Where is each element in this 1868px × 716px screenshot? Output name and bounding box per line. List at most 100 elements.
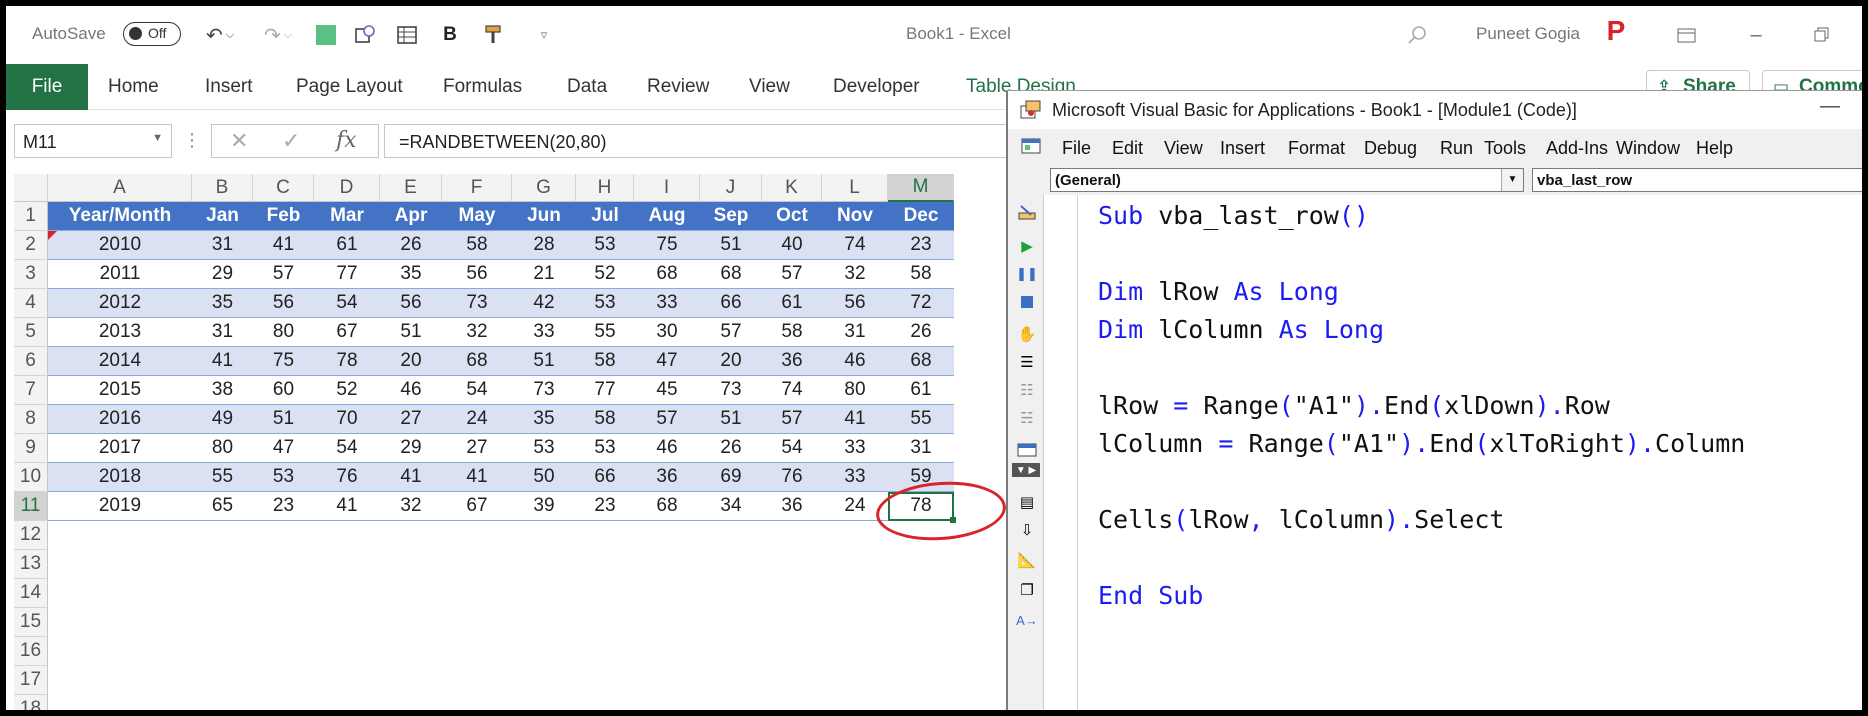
code-editor[interactable]: Sub vba_last_row() Dim lRow As Long Dim … — [1098, 195, 1858, 710]
table-cell[interactable]: 46 — [634, 434, 700, 463]
table-header-cell[interactable]: Year/Month — [48, 202, 192, 231]
table-cell[interactable]: 35 — [192, 289, 253, 318]
table-cell[interactable]: 32 — [822, 260, 888, 289]
tab-file[interactable]: File — [6, 64, 88, 110]
table-cell[interactable]: 39 — [512, 492, 576, 521]
table-cell[interactable]: 52 — [314, 376, 380, 405]
chevron-down-icon[interactable]: ▼ — [1501, 169, 1523, 191]
menu-edit[interactable]: Edit — [1112, 138, 1143, 159]
column-header-I[interactable]: I — [634, 174, 700, 202]
table-cell[interactable]: 47 — [253, 434, 314, 463]
table-cell[interactable]: 35 — [512, 405, 576, 434]
table-header-cell[interactable]: Sep — [700, 202, 762, 231]
table-cell[interactable]: 75 — [634, 231, 700, 260]
table-cell[interactable]: 75 — [253, 347, 314, 376]
menu-run[interactable]: Run — [1440, 138, 1473, 159]
table-cell[interactable]: 76 — [762, 463, 822, 492]
table-cell[interactable]: 31 — [822, 318, 888, 347]
table-cell[interactable]: 57 — [253, 260, 314, 289]
table-cell[interactable]: 53 — [253, 463, 314, 492]
minimize-icon[interactable]: – — [1746, 22, 1766, 48]
pause-icon[interactable]: ❚❚ — [1016, 265, 1038, 283]
table-cell[interactable]: 74 — [822, 231, 888, 260]
table-header-cell[interactable]: Jun — [512, 202, 576, 231]
table-cell[interactable]: 42 — [512, 289, 576, 318]
table-cell[interactable]: 57 — [634, 405, 700, 434]
table-cell[interactable]: 49 — [192, 405, 253, 434]
table-header-cell[interactable]: Feb — [253, 202, 314, 231]
table-header-cell[interactable]: Jan — [192, 202, 253, 231]
design-mode-icon[interactable] — [1017, 203, 1037, 221]
row-header-4[interactable]: 4 — [14, 289, 48, 318]
table-cell[interactable]: 46 — [380, 376, 442, 405]
toggle-breakpoint-icon[interactable]: ✋ — [1017, 325, 1037, 343]
row-header-18[interactable]: 18 — [14, 695, 48, 710]
ribbon-display-icon[interactable] — [1676, 22, 1698, 48]
row-header-17[interactable]: 17 — [14, 666, 48, 695]
row-header-13[interactable]: 13 — [14, 550, 48, 579]
chevron-down-icon[interactable]: ▼ — [152, 132, 163, 144]
table-cell[interactable]: 41 — [822, 405, 888, 434]
table-cell[interactable]: 41 — [442, 463, 512, 492]
table-cell[interactable]: 32 — [442, 318, 512, 347]
table-cell[interactable]: 20 — [700, 347, 762, 376]
tab-review[interactable]: Review — [647, 76, 709, 98]
table-cell[interactable]: 23 — [888, 231, 954, 260]
table-cell[interactable]: 57 — [700, 318, 762, 347]
table-cell[interactable]: 31 — [192, 318, 253, 347]
table-cell[interactable]: 27 — [380, 405, 442, 434]
row-header-15[interactable]: 15 — [14, 608, 48, 637]
row-header-14[interactable]: 14 — [14, 579, 48, 608]
table-cell[interactable]: 73 — [512, 376, 576, 405]
table-cell[interactable]: 23 — [576, 492, 634, 521]
table-cell[interactable]: 23 — [253, 492, 314, 521]
row-header-6[interactable]: 6 — [14, 347, 48, 376]
table-cell[interactable]: 32 — [380, 492, 442, 521]
table-cell[interactable]: 56 — [442, 260, 512, 289]
table-header-cell[interactable]: Nov — [822, 202, 888, 231]
table-cell[interactable]: 47 — [634, 347, 700, 376]
table-cell[interactable]: 26 — [380, 231, 442, 260]
properties-icon[interactable]: ▤ — [1017, 493, 1037, 511]
row-header-2[interactable]: 2 — [14, 231, 48, 260]
table-cell[interactable]: 78 — [314, 347, 380, 376]
table-cell[interactable]: 68 — [634, 492, 700, 521]
column-header-H[interactable]: H — [576, 174, 634, 202]
table-cell[interactable]: 45 — [634, 376, 700, 405]
row-header-5[interactable]: 5 — [14, 318, 48, 347]
table-cell[interactable]: 36 — [762, 347, 822, 376]
avatar[interactable]: P — [1602, 15, 1630, 46]
table-cell[interactable]: 54 — [314, 289, 380, 318]
table-cell[interactable]: 29 — [380, 434, 442, 463]
object-dropdown[interactable]: (General) ▼ — [1050, 168, 1524, 192]
table-header-cell[interactable]: Dec — [888, 202, 954, 231]
table-header-cell[interactable]: May — [442, 202, 512, 231]
column-header-B[interactable]: B — [192, 174, 253, 202]
row-header-10[interactable]: 10 — [14, 463, 48, 492]
bold-icon[interactable]: B — [440, 22, 460, 48]
restore-icon[interactable] — [1812, 22, 1832, 48]
table-cell[interactable]: 2010 — [48, 231, 192, 260]
menu-help[interactable]: Help — [1696, 138, 1733, 159]
tab-developer[interactable]: Developer — [833, 76, 920, 98]
table-cell[interactable]: 41 — [192, 347, 253, 376]
row-header-12[interactable]: 12 — [14, 521, 48, 550]
table-cell[interactable]: 65 — [192, 492, 253, 521]
table-cell[interactable]: 58 — [762, 318, 822, 347]
menu-window[interactable]: Window — [1616, 138, 1680, 159]
table-cell[interactable]: 54 — [442, 376, 512, 405]
tab-insert[interactable]: Insert — [205, 76, 253, 98]
font-icon[interactable]: A→ — [1016, 611, 1038, 629]
table-cell[interactable]: 31 — [192, 231, 253, 260]
table-cell[interactable]: 27 — [442, 434, 512, 463]
table-cell[interactable]: 58 — [576, 405, 634, 434]
table-cell[interactable]: 40 — [762, 231, 822, 260]
table-header-cell[interactable]: Aug — [634, 202, 700, 231]
table-cell[interactable]: 51 — [700, 405, 762, 434]
table-cell[interactable]: 56 — [253, 289, 314, 318]
table-cell[interactable]: 51 — [253, 405, 314, 434]
menu-insert[interactable]: Insert — [1220, 138, 1265, 159]
table-cell[interactable]: 2015 — [48, 376, 192, 405]
table-cell[interactable]: 66 — [700, 289, 762, 318]
menu-debug[interactable]: Debug — [1364, 138, 1417, 159]
